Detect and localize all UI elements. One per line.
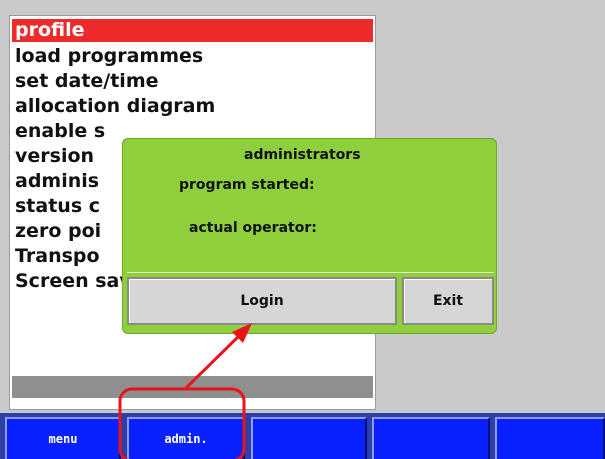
dialog-divider [127,272,494,273]
menu-item-load-programmes[interactable]: load programmes [12,45,373,68]
program-started-label: program started: [179,177,315,193]
fkey-admin-button[interactable]: admin. [127,417,245,459]
fkey-menu-button[interactable]: menu [5,417,121,459]
menu-item-allocation-diagram[interactable]: allocation diagram [12,95,373,118]
fkey-5-button[interactable] [495,417,605,459]
actual-operator-label: actual operator: [189,220,317,236]
fkey-4-button[interactable] [372,417,490,459]
menu-item-profile[interactable]: profile [12,19,373,42]
administrators-dialog: administrators program started: actual o… [122,138,497,334]
fkey-3-button[interactable] [251,417,367,459]
exit-button[interactable]: Exit [402,277,494,325]
dialog-title: administrators [244,147,361,163]
menu-footer-bar [12,376,373,398]
login-button[interactable]: Login [127,277,397,325]
menu-item-set-date-time[interactable]: set date/time [12,70,373,93]
